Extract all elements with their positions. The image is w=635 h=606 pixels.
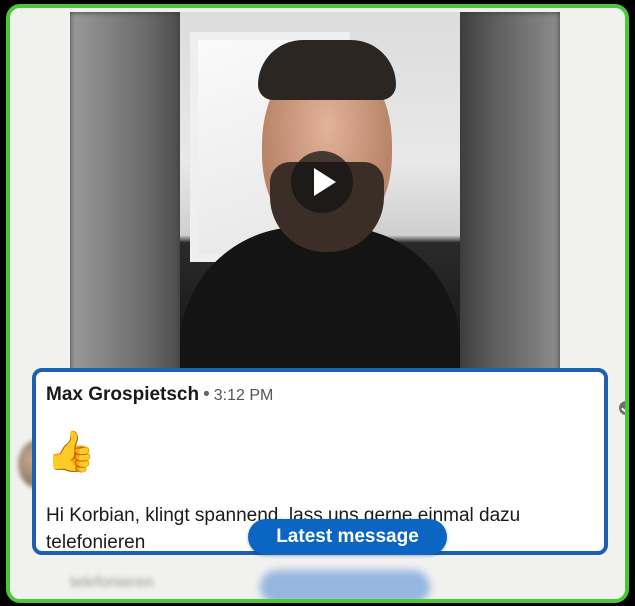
- thumbs-up-emoji: 👍: [46, 430, 96, 474]
- read-receipt-icon: [619, 401, 625, 415]
- sender-name[interactable]: Max Grospietsch: [46, 384, 199, 405]
- background-message-text: telefonieren: [70, 574, 154, 591]
- message-timestamp: 3:12 PM: [213, 387, 274, 404]
- background-pill: [260, 570, 430, 599]
- latest-message-button[interactable]: Latest message: [248, 519, 447, 555]
- message-header: Max Grospietsch • 3:12 PM: [46, 384, 273, 406]
- video-attachment[interactable]: [70, 12, 560, 384]
- play-icon[interactable]: [291, 151, 353, 213]
- separator-dot: •: [203, 384, 210, 405]
